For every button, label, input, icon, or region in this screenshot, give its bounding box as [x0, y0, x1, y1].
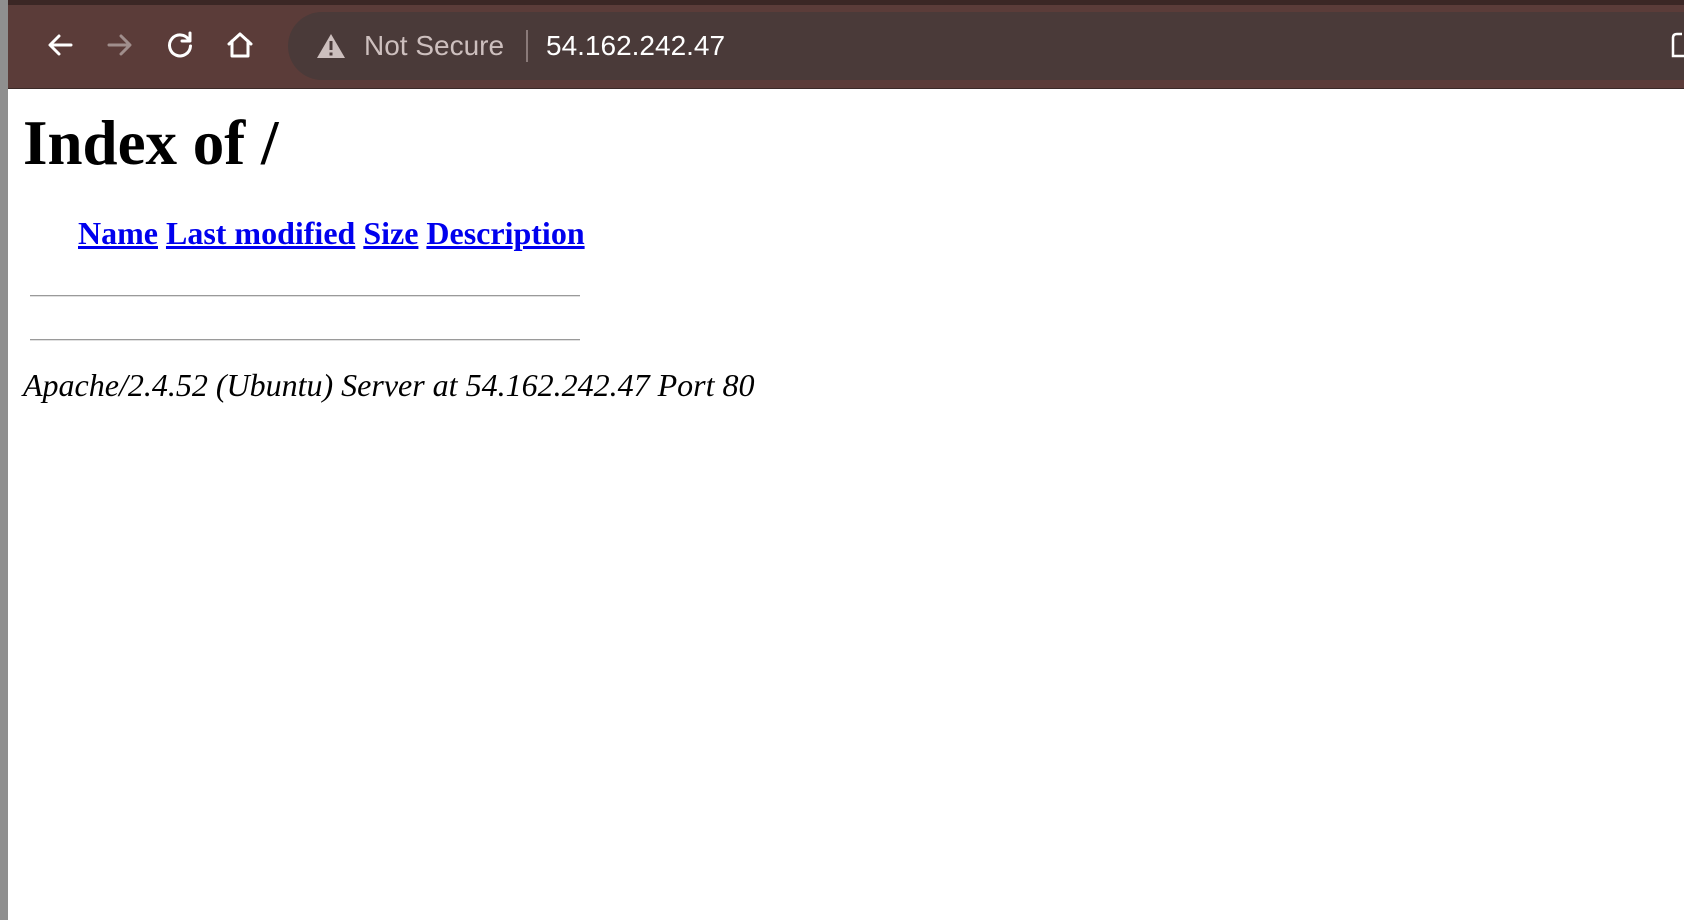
browser-toolbar: Not Secure 54.162.242.47	[8, 0, 1684, 89]
url-text[interactable]: 54.162.242.47	[546, 28, 725, 64]
home-button[interactable]	[220, 25, 260, 65]
horizontal-rule-top	[30, 295, 580, 297]
browser-window: Not Secure 54.162.242.47 Index of / Name…	[0, 0, 1684, 920]
page-title: Index of /	[23, 108, 279, 178]
security-status-label[interactable]: Not Secure	[364, 28, 504, 64]
tab-strip-edge	[8, 0, 1684, 5]
column-size-link[interactable]: Size	[363, 215, 418, 251]
address-divider	[526, 30, 528, 62]
server-signature: Apache/2.4.52 (Ubuntu) Server at 54.162.…	[23, 367, 755, 403]
warning-triangle-icon[interactable]	[316, 32, 346, 60]
home-icon	[227, 32, 253, 58]
column-description-link[interactable]: Description	[426, 215, 584, 251]
back-button[interactable]	[40, 25, 80, 65]
horizontal-rule-bottom	[30, 339, 580, 341]
forward-button[interactable]	[100, 25, 140, 65]
column-last-modified-link[interactable]: Last modified	[166, 215, 355, 251]
listing-header: Name Last modified Size Description	[78, 213, 593, 253]
address-bar[interactable]: Not Secure 54.162.242.47	[288, 12, 1684, 80]
forward-arrow-icon	[107, 34, 132, 56]
window-edge	[0, 0, 8, 920]
share-icon[interactable]	[1670, 30, 1684, 60]
back-arrow-icon	[48, 34, 73, 56]
column-name-link[interactable]: Name	[78, 215, 158, 251]
reload-button[interactable]	[160, 25, 200, 65]
reload-icon	[168, 31, 192, 58]
page-content: Index of / Name Last modified Size Descript…	[8, 89, 1684, 920]
